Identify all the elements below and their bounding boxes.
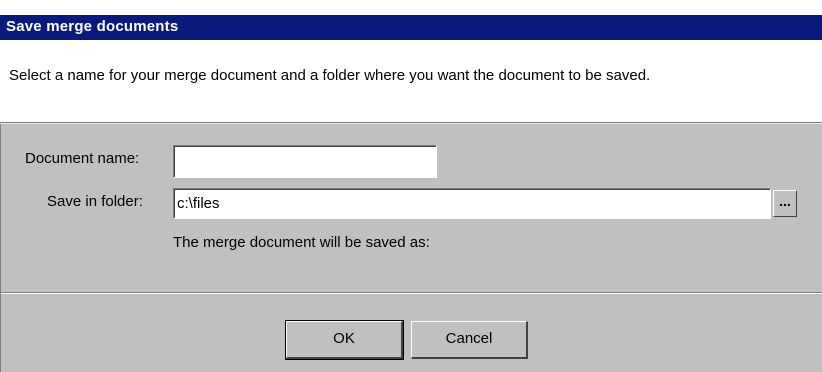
- document-name-label: Document name:: [25, 150, 140, 167]
- button-separator-highlight: [1, 293, 822, 294]
- form-panel: Document name: Save in folder: ... The m…: [0, 124, 822, 372]
- browse-folder-button[interactable]: ...: [773, 190, 797, 217]
- folder-path-input[interactable]: [173, 188, 771, 219]
- ok-button[interactable]: OK: [285, 320, 404, 360]
- save-in-folder-label: Save in folder:: [47, 193, 143, 210]
- instructions-text: Select a name for your merge document an…: [9, 67, 651, 84]
- dialog-title: Save merge documents: [6, 18, 179, 35]
- saved-as-text: The merge document will be saved as:: [173, 234, 430, 251]
- cancel-button[interactable]: Cancel: [411, 321, 528, 359]
- save-merge-dialog: Save merge documents Select a name for y…: [0, 0, 822, 372]
- dialog-title-bar: Save merge documents: [0, 15, 822, 40]
- document-name-input[interactable]: [173, 145, 437, 178]
- instructions-panel: Select a name for your merge document an…: [0, 40, 822, 122]
